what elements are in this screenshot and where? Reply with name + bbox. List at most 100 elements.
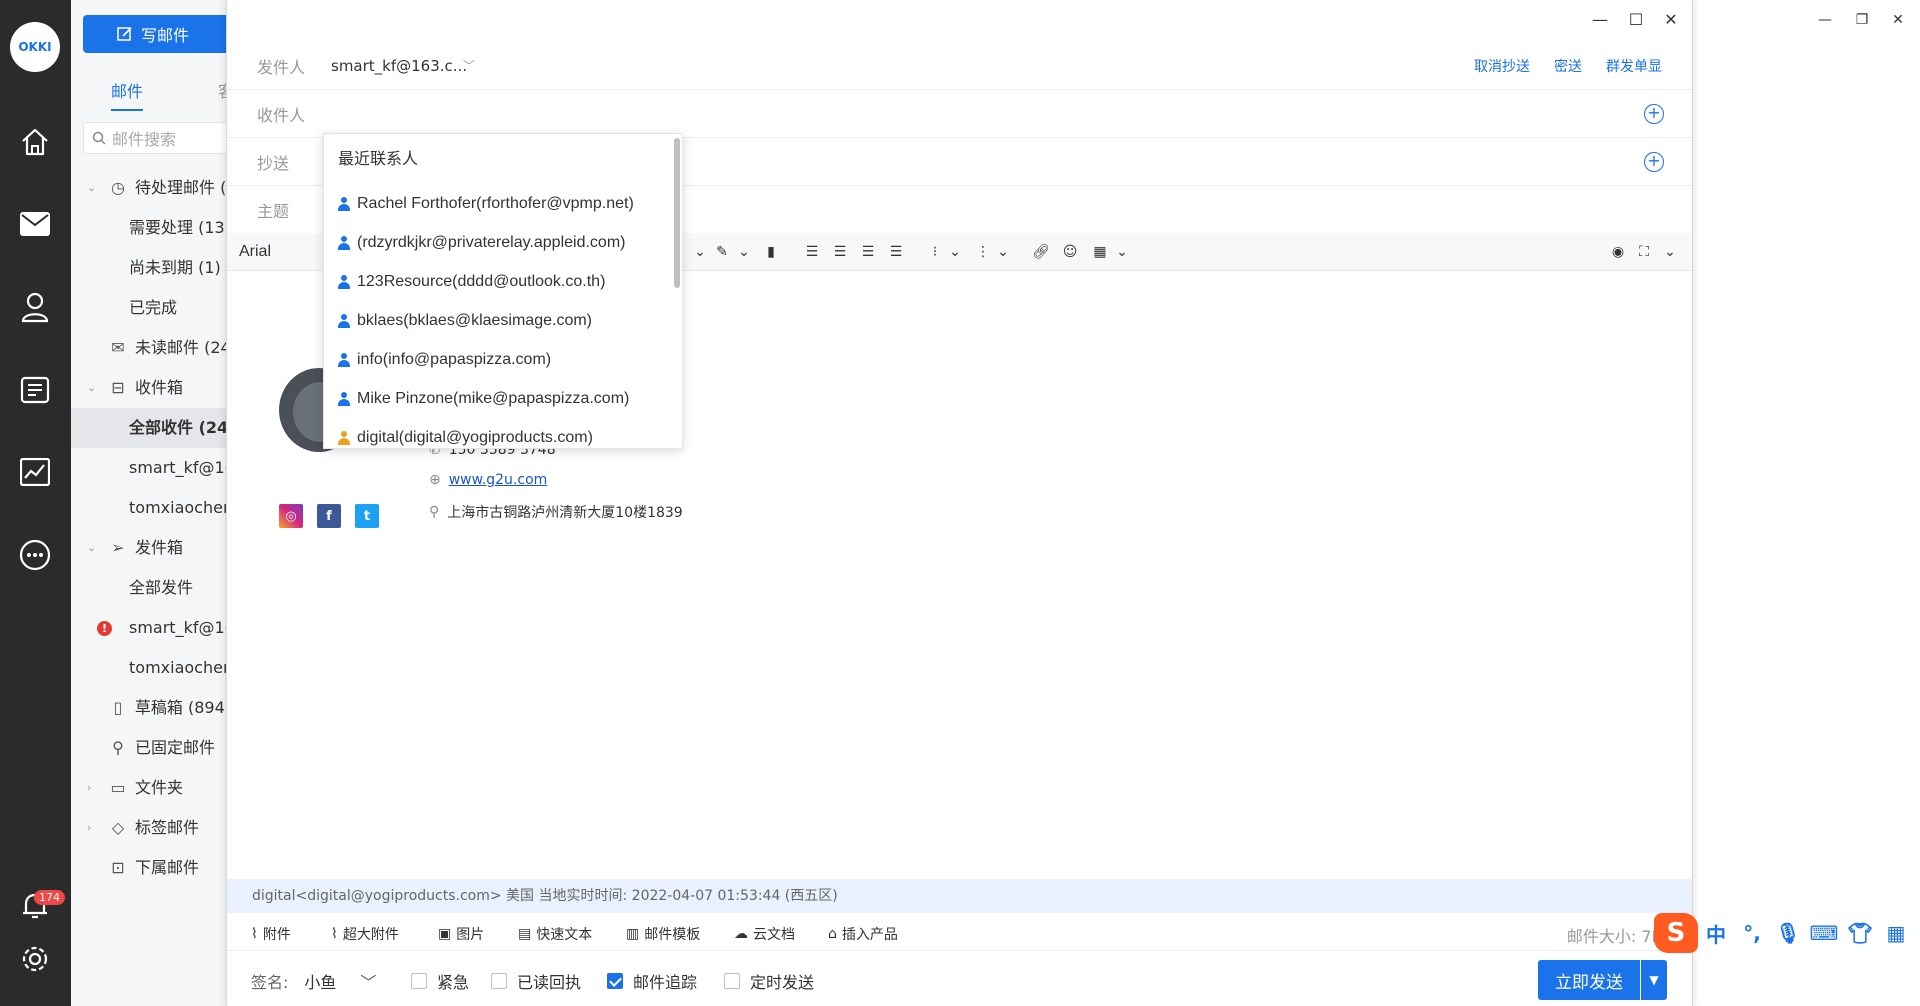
contact-option[interactable]: digital(digital@yogiproducts.com) [324,418,682,448]
keyboard-icon[interactable]: ⌨ [1806,921,1842,945]
chevron-down-icon[interactable]: ⌄ [689,241,711,263]
send-options-chevron-icon[interactable]: ▼ [1641,960,1667,1000]
twitter-icon[interactable]: t [355,504,379,528]
ime-mode[interactable]: 中 [1698,919,1734,948]
insert-product-button[interactable]: ⌂ 插入产品 [828,924,898,944]
folder-item[interactable]: ⊡ 下属邮件 [71,848,231,888]
facebook-icon[interactable]: f [317,504,341,528]
maximize-icon[interactable]: ☐ [1624,7,1648,31]
add-cc-icon[interactable]: + [1644,151,1664,172]
quick-text-button[interactable]: ▤ 快速文本 [518,924,592,944]
link-icon[interactable]: 🔗︎ [1030,241,1052,263]
folder-item[interactable]: ✉ 未读邮件 (24 [71,328,231,368]
mail-icon[interactable] [17,206,53,242]
chevron-down-icon[interactable]: ⌄ [944,241,966,263]
close-icon[interactable]: ✕ [1659,7,1683,31]
image-button[interactable]: ▣ 图片 [438,924,484,944]
mail-search-input[interactable]: 邮件搜索 [83,122,231,154]
to-row[interactable]: 收件人 + [227,90,1692,138]
tracking-checkbox[interactable]: 邮件追踪 [607,969,697,993]
tracking-checkbox-box[interactable] [607,973,623,989]
toolbox-icon[interactable]: ▦ [1878,921,1914,945]
folder-item[interactable]: ⌄ ◷ 待处理邮件 ( [71,168,231,208]
fullscreen-icon[interactable]: ⛶ [1633,241,1655,263]
align-left-icon[interactable]: ☰ [801,241,823,263]
ime-punct[interactable]: °, [1734,921,1770,945]
chevron-down-icon[interactable]: ⌄ [733,241,755,263]
folder-item[interactable]: ⌄ ⊟ 收件箱 [71,368,231,408]
chevron-down-icon[interactable]: ﹀ [463,57,475,74]
subfolder-item[interactable]: tomxiaocheng [71,488,231,528]
sogou-logo[interactable]: S [1654,913,1698,953]
compose-button[interactable]: 写邮件 [83,15,231,53]
preview-eye-icon[interactable]: ◉ [1607,241,1629,263]
send-now-button[interactable]: 立即发送 [1538,960,1640,1000]
table-icon[interactable]: ▦ [1089,241,1111,263]
chevron-down-icon[interactable]: ⌄ [87,168,101,208]
contact-option[interactable]: (rdzyrdkjkr@privaterelay.appleid.com) [324,223,682,262]
tab-mail[interactable]: 邮件 [111,78,144,111]
scheduled-checkbox-box[interactable] [724,973,740,989]
instagram-icon[interactable]: ◎ [279,504,303,528]
contact-option[interactable]: Rachel Forthofer(rforthofer@vpmp.net) [324,184,682,223]
numbered-list-icon[interactable]: ⋮ [972,241,994,263]
bcc-link[interactable]: 密送 [1554,56,1582,76]
chevron-down-icon[interactable]: ⌄ [1111,241,1133,263]
chevron-down-icon[interactable]: ﹀ [360,969,376,993]
chevron-down-icon[interactable]: ⌄ [992,241,1014,263]
contact-option[interactable]: Mike Pinzone(mike@papaspizza.com) [324,379,682,418]
format-painter-icon[interactable]: ▮ [760,241,782,263]
read-receipt-checkbox[interactable]: 已读回执 [491,969,581,993]
urgent-checkbox-box[interactable] [411,973,427,989]
contact-option[interactable]: info(info@papaspizza.com) [324,340,682,379]
minimize-icon[interactable]: — [1588,7,1612,31]
folder-item[interactable]: › ◇ 标签邮件 [71,808,231,848]
subfolder-item[interactable]: smart_kf@16 [71,448,231,488]
from-select[interactable]: smart_kf@163.c... [331,57,467,75]
bg-restore-icon[interactable]: ❐ [1851,9,1873,31]
signature-website-link[interactable]: www.g2u.com [449,472,548,488]
microphone-icon[interactable]: 🎙︎ [1770,921,1806,945]
folder-item[interactable]: ⚲ 已固定邮件 [71,728,231,768]
bg-close-icon[interactable]: ✕ [1887,9,1909,31]
skin-icon[interactable]: 👕︎ [1842,921,1878,945]
bullet-list-icon[interactable]: ⁝ [924,241,946,263]
chevron-right-icon[interactable]: › [87,808,101,848]
align-right-icon[interactable]: ☰ [857,241,879,263]
folder-item[interactable]: ⌄ ➢ 发件箱 [71,528,231,568]
subfolder-item[interactable]: 尚未到期 (1) [71,248,231,288]
attachment-button[interactable]: ⌇ 附件 [251,924,291,944]
align-justify-icon[interactable]: ☰ [885,241,907,263]
align-center-icon[interactable]: ☰ [829,241,851,263]
home-icon[interactable] [17,124,53,160]
analytics-icon[interactable] [17,454,53,490]
chevron-down-icon[interactable]: ⌄ [87,368,101,408]
large-attachment-button[interactable]: ⌇ 超大附件 [331,924,399,944]
subfolder-item[interactable]: 全部发件 [71,568,231,608]
scheduled-checkbox[interactable]: 定时发送 [724,969,814,993]
subfolder-item[interactable]: 全部收件 (24 [71,408,231,448]
dropdown-scrollbar[interactable] [674,138,680,288]
subfolder-item[interactable]: tomxiaocheng [71,648,231,688]
template-button[interactable]: ▥ 邮件模板 [626,924,700,944]
folder-item[interactable]: ▯ 草稿箱 (894) [71,688,232,728]
highlight-icon[interactable]: ✎ [711,241,733,263]
contact-option[interactable]: bklaes(bklaes@klaesimage.com) [324,301,682,340]
collapse-chevron-icon[interactable]: ⌄ [1659,241,1681,263]
contacts-icon[interactable] [17,289,53,325]
urgent-checkbox[interactable]: 紧急 [411,969,469,993]
chevron-down-icon[interactable]: ⌄ [87,528,101,568]
settings-icon[interactable] [17,941,53,977]
subfolder-item[interactable]: 需要处理 (13 [71,208,231,248]
subfolder-item[interactable]: ! smart_kf@16 [71,608,231,648]
signature-selector[interactable]: 签名: 小鱼 ﹀ [251,969,376,993]
read-receipt-checkbox-box[interactable] [491,973,507,989]
font-select[interactable]: Arial [239,243,271,261]
contact-option[interactable]: 123Resource(dddd@outlook.co.th) [324,262,682,301]
subfolder-item[interactable]: 已完成 [71,288,231,328]
more-icon[interactable] [17,537,53,573]
add-recipient-icon[interactable]: + [1644,103,1664,124]
mass-single-link[interactable]: 群发单显 [1606,56,1662,76]
cancel-cc-link[interactable]: 取消抄送 [1474,56,1530,76]
folder-item[interactable]: › ▭ 文件夹 [71,768,231,808]
